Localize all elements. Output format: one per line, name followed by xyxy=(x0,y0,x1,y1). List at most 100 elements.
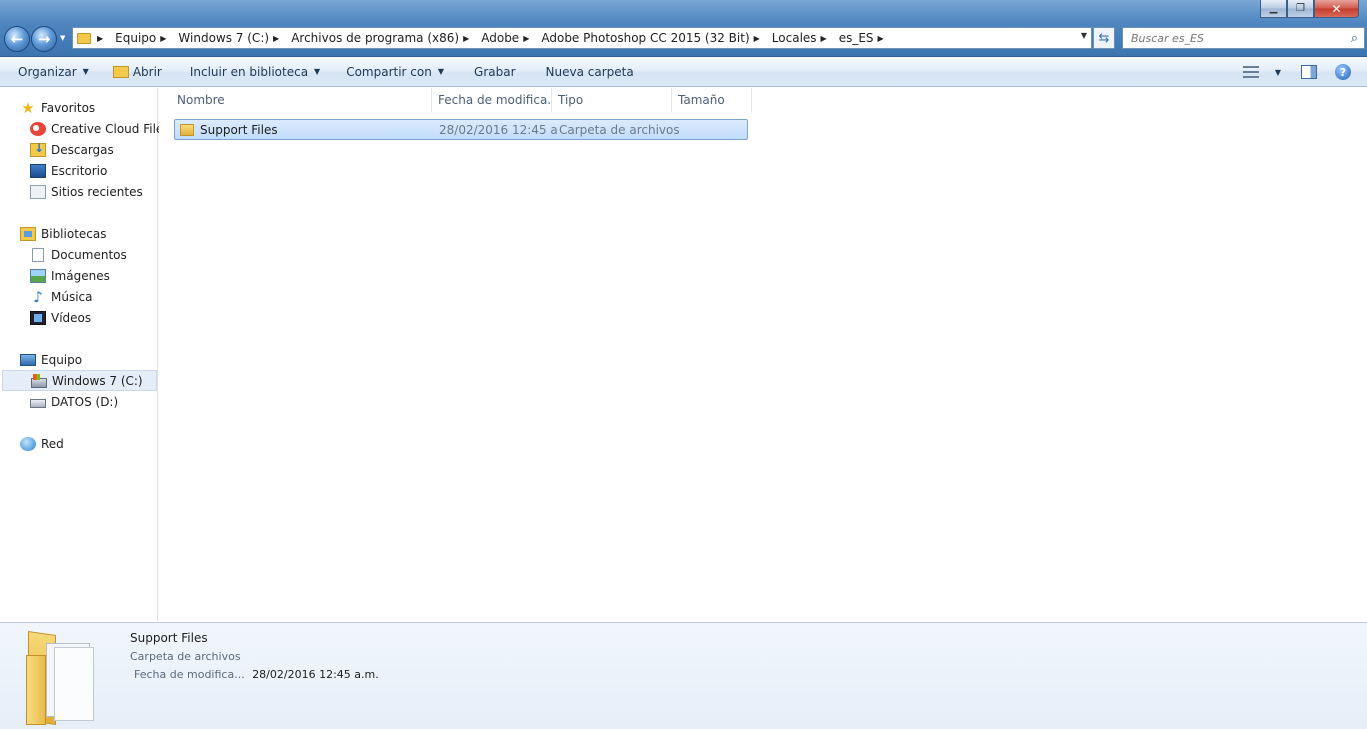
nav-datos-d-drive[interactable]: DATOS (D:) xyxy=(0,391,158,412)
table-row[interactable]: Support Files 28/02/2016 12:45 a... Carp… xyxy=(174,119,748,140)
chevron-right-icon[interactable]: ▶ xyxy=(878,34,884,43)
libraries-group: Bibliotecas Documentos Imágenes ♪ Música… xyxy=(0,223,158,328)
open-label: Abrir xyxy=(132,64,162,79)
chevron-down-icon[interactable]: ▼ xyxy=(1275,68,1281,77)
back-button[interactable]: ← xyxy=(4,26,30,52)
address-dropdown-icon[interactable]: ▼ xyxy=(1081,31,1087,40)
libraries-icon xyxy=(20,226,36,241)
column-header-label: Nombre xyxy=(177,93,225,107)
nav-sitios-recientes[interactable]: Sitios recientes xyxy=(0,181,158,202)
new-folder-button[interactable]: Nueva carpeta xyxy=(526,57,644,87)
downloads-icon xyxy=(30,141,46,157)
favorites-group: ★ Favoritos Creative Cloud Files Descarg… xyxy=(0,97,170,202)
pictures-icon xyxy=(30,268,46,283)
network-icon xyxy=(20,436,36,451)
file-name: Support Files xyxy=(200,122,278,137)
chevron-right-icon[interactable]: ▶ xyxy=(97,34,103,43)
maximize-button[interactable]: ❐ xyxy=(1287,0,1314,18)
include-library-button[interactable]: Incluir en biblioteca ▼ xyxy=(172,57,330,87)
chevron-right-icon[interactable]: ▶ xyxy=(273,34,279,43)
nav-label: Vídeos xyxy=(51,310,92,325)
forward-button[interactable]: → xyxy=(31,26,57,52)
nav-imagenes[interactable]: Imágenes xyxy=(0,265,158,286)
close-button[interactable]: ✕ xyxy=(1314,0,1359,18)
computer-group: Equipo Windows 7 (C:) DATOS (D:) xyxy=(0,349,158,412)
breadcrumb-label: Equipo xyxy=(115,31,157,45)
column-header-type[interactable]: Tipo xyxy=(552,88,672,112)
star-icon: ★ xyxy=(21,98,35,117)
sort-ascending-icon: ˆ xyxy=(291,88,295,95)
address-bar[interactable]: ▶ Equipo ▶ Windows 7 (C:) ▶ Archivos de … xyxy=(72,27,1092,49)
column-headers: Nombre ˆ Fecha de modifica... Tipo Tamañ… xyxy=(171,88,752,112)
breadcrumb-equipo[interactable]: Equipo xyxy=(111,28,160,48)
nav-escritorio[interactable]: Escritorio xyxy=(0,160,158,181)
videos-icon xyxy=(30,310,46,325)
organize-button[interactable]: Organizar ▼ xyxy=(0,57,99,87)
nav-equipo[interactable]: Equipo xyxy=(0,349,158,370)
file-list: Nombre ˆ Fecha de modifica... Tipo Tamañ… xyxy=(159,88,1367,621)
chevron-right-icon[interactable]: ▶ xyxy=(821,34,827,43)
desktop-icon xyxy=(30,163,46,178)
column-header-date[interactable]: Fecha de modifica... xyxy=(432,88,552,112)
open-folder-icon xyxy=(112,65,129,78)
open-button[interactable]: Abrir xyxy=(99,57,172,87)
chevron-down-icon: ▼ xyxy=(314,67,321,76)
nav-creative-cloud-files[interactable]: Creative Cloud Files xyxy=(0,118,170,139)
details-pane: Support Files Carpeta de archivos Fecha … xyxy=(0,622,1367,729)
nav-label: Bibliotecas xyxy=(41,226,107,241)
breadcrumb-adobe[interactable]: Adobe xyxy=(477,28,523,48)
breadcrumb-locales[interactable]: Locales xyxy=(768,28,821,48)
file-type: Carpeta de archivos xyxy=(559,122,679,137)
refresh-button[interactable]: ⇆ xyxy=(1093,27,1115,49)
column-header-name[interactable]: Nombre ˆ xyxy=(171,88,432,112)
details-modified-label: Fecha de modifica... xyxy=(134,668,245,681)
nav-videos[interactable]: Vídeos xyxy=(0,307,158,328)
folder-thumbnail-icon xyxy=(24,627,100,725)
breadcrumb-program-files[interactable]: Archivos de programa (x86) xyxy=(287,28,463,48)
folder-icon xyxy=(77,32,91,44)
breadcrumb-c-drive[interactable]: Windows 7 (C:) xyxy=(174,28,273,48)
nav-favorites[interactable]: ★ Favoritos xyxy=(0,97,158,118)
history-dropdown-icon[interactable]: ▼ xyxy=(60,34,68,42)
command-bar: Organizar ▼ Abrir Incluir en biblioteca … xyxy=(0,57,1367,87)
nav-label: Música xyxy=(51,289,93,304)
include-library-label: Incluir en biblioteca xyxy=(189,64,309,79)
nav-label: Creative Cloud Files xyxy=(51,121,170,136)
chevron-right-icon[interactable]: ▶ xyxy=(160,34,166,43)
nav-label: Documentos xyxy=(51,247,127,262)
change-view-icon[interactable] xyxy=(1242,66,1259,78)
nav-label: Red xyxy=(41,436,64,451)
search-box[interactable]: ⌕ xyxy=(1122,27,1365,49)
navigation-pane: ★ Favoritos Creative Cloud Files Descarg… xyxy=(0,88,170,621)
nav-label: Sitios recientes xyxy=(51,184,143,199)
search-input[interactable] xyxy=(1131,31,1341,45)
chevron-right-icon[interactable]: ▶ xyxy=(463,34,469,43)
breadcrumb-photoshop[interactable]: Adobe Photoshop CC 2015 (32 Bit) xyxy=(537,28,753,48)
nav-musica[interactable]: ♪ Música xyxy=(0,286,158,307)
nav-documentos[interactable]: Documentos xyxy=(0,244,158,265)
hard-drive-icon xyxy=(30,399,46,408)
column-header-label: Tamaño xyxy=(678,93,725,107)
chevron-right-icon[interactable]: ▶ xyxy=(754,34,760,43)
help-icon[interactable]: ? xyxy=(1335,64,1351,80)
column-header-size[interactable]: Tamaño xyxy=(672,88,752,112)
burn-label: Grabar xyxy=(474,64,516,79)
nav-label: Escritorio xyxy=(51,163,108,178)
nav-bibliotecas[interactable]: Bibliotecas xyxy=(0,223,158,244)
minimize-button[interactable]: ▁ xyxy=(1260,0,1287,18)
breadcrumb-es-es[interactable]: es_ES xyxy=(835,28,878,48)
chevron-down-icon: ▼ xyxy=(437,67,445,76)
burn-button[interactable]: Grabar xyxy=(454,57,526,87)
nav-windows-c-drive[interactable]: Windows 7 (C:) xyxy=(2,370,157,391)
folder-icon xyxy=(180,123,194,136)
share-with-button[interactable]: Compartir con ▼ xyxy=(330,57,454,87)
nav-red[interactable]: Red xyxy=(0,433,158,454)
search-icon[interactable]: ⌕ xyxy=(1351,31,1358,46)
computer-icon xyxy=(20,353,36,366)
details-name: Support Files xyxy=(130,631,208,645)
network-group: Red xyxy=(0,433,158,454)
nav-descargas[interactable]: Descargas xyxy=(0,139,158,160)
chevron-right-icon[interactable]: ▶ xyxy=(523,34,529,43)
preview-pane-icon[interactable] xyxy=(1301,65,1317,79)
documents-icon xyxy=(32,247,44,262)
